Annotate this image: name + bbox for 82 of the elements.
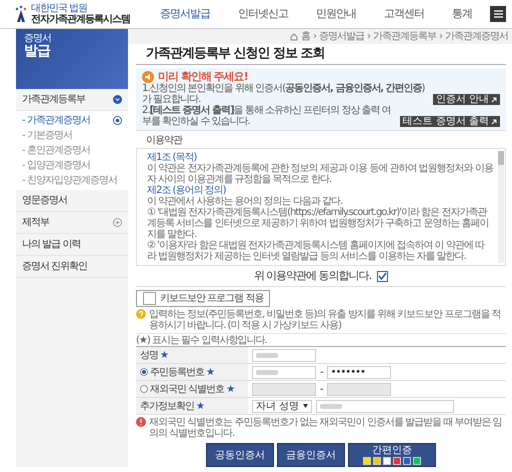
notice-button[interactable]: 인증서 안내 xyxy=(432,94,500,106)
breadcrumb-link[interactable]: 홈 xyxy=(301,31,310,42)
agree-checkbox[interactable] xyxy=(377,270,388,282)
home-icon xyxy=(290,32,298,40)
scrollbar[interactable] xyxy=(498,151,504,264)
warning-icon xyxy=(136,417,146,428)
caret-icon xyxy=(303,404,308,408)
auth-button[interactable]: 공동인증서 xyxy=(206,443,274,468)
dropdown[interactable]: 자녀 성명 xyxy=(252,400,312,413)
target-icon xyxy=(113,116,122,125)
name-field[interactable] xyxy=(252,348,316,362)
sidebar-item[interactable]: 제적부 xyxy=(16,212,128,234)
sidebar-subitem[interactable]: - 친양자입양관계증명서 xyxy=(16,173,128,188)
notice-heading: 미리 확인해 주세요! xyxy=(158,71,248,84)
id-front-field[interactable] xyxy=(252,382,316,396)
breadcrumb-separator: › xyxy=(313,31,316,42)
nav-link[interactable]: 인터넷신고 xyxy=(238,8,288,20)
field-label: 추가정보확인 xyxy=(140,400,194,412)
required-mark: ★ xyxy=(226,384,234,395)
plus-icon xyxy=(113,218,122,227)
sidebar-item[interactable]: 영문증명서 xyxy=(16,190,128,212)
id-back-field[interactable]: ••••••• xyxy=(326,366,391,379)
chevron-icon xyxy=(113,95,122,104)
auth-button[interactable]: 간편인증 xyxy=(348,443,436,468)
auth-button[interactable]: 금융인증서 xyxy=(277,443,345,468)
logo-subtitle: 대한민국 법원 xyxy=(31,3,88,14)
article-text: 이 약관은 전자가족관계등록에 관한 정보의 제공과 이용 등에 관하여 법원행정처와 이용자 사이의 이용관계를 규정함을 목적으로 한다. xyxy=(147,163,493,186)
blurred-text xyxy=(256,370,278,375)
agree-label: 위 이용약관에 동의합니다. xyxy=(254,270,372,282)
article-text: ① '대법원 전자가족관계등록시스템(https://efamily.scourt.go.kr)'이라 함은 전자가족관계등록 서비스를 인터넷으로 제공하기 위하여 법원행정처가 구축하고 운영하는 홈페이지를 말한다. xyxy=(147,207,490,240)
keyboard-notice: 입력하는 정보(주민등록번호, 비밀번호 등)의 유출 방지를 위해 키보드보안 프로그램을 적용하시기 바랍니다. (미 적용 시 가상키보드 사용) xyxy=(149,309,502,332)
field-label: 재외국민 식별번호 xyxy=(150,384,224,395)
blurred-text xyxy=(320,404,342,409)
notice-text: 2.[테스트 증명서 출력]을 통해 소유하신 프린터의 정상 출력 여부를 확인하실 수 있습니다. xyxy=(142,105,392,128)
sidebar-subitem[interactable]: - 기본증명서 xyxy=(16,128,128,143)
external-link-icon xyxy=(491,118,497,125)
court-logo-icon xyxy=(14,5,28,23)
dash-separator: - xyxy=(320,384,323,395)
sidebar-subitem[interactable]: - 가족관계증명서 xyxy=(16,113,128,128)
external-link-icon xyxy=(491,96,497,103)
breadcrumb-link[interactable]: 증명서발급 xyxy=(319,31,364,42)
id-back-field[interactable] xyxy=(326,382,391,396)
breadcrumb-separator: › xyxy=(367,31,370,42)
logo-title: 전자가족관계등록시스템 xyxy=(31,14,130,25)
masked-value: ••••••• xyxy=(330,366,365,378)
sidebar-item[interactable]: 증명서 진위확인 xyxy=(16,256,128,278)
required-note: (★) 표시는 필수 입력사항입니다. xyxy=(136,333,506,346)
sidebar-banner: 증명서 발급 xyxy=(16,29,128,89)
warning-text: 재외국민 식별번호는 주민등록번호가 없는 재외국민이 인증서를 발급받을 때 부여받은 임의의 식별번호입니다. xyxy=(149,417,503,440)
article-text: 이 약관에서 사용하는 용어의 정의는 다음과 같다. xyxy=(147,196,342,208)
required-mark: ★ xyxy=(206,366,214,378)
sidebar-subitem[interactable]: - 입양관계증명서 xyxy=(16,158,128,173)
nav-link[interactable]: 증명서발급 xyxy=(160,8,210,20)
megaphone-icon xyxy=(142,71,154,84)
nav-link[interactable]: 고객센터 xyxy=(384,8,424,20)
id-front-field[interactable] xyxy=(252,366,316,379)
breadcrumb-separator: › xyxy=(439,31,442,42)
notice-button[interactable]: 테스트 증명서 출력 xyxy=(400,116,500,128)
article-heading: 제2조 (용어의 정의) xyxy=(147,185,227,196)
answer-field[interactable] xyxy=(316,400,454,413)
notice-text: 1.신청인의 본인확인을 위해 인증서(공동인증서, 금융인증서, 간편인증)가 필요합니다. xyxy=(142,83,426,106)
required-mark: ★ xyxy=(160,350,168,361)
page-title: 가족관계등록부 신청인 정보 조회 xyxy=(136,44,506,66)
blurred-text xyxy=(256,352,278,358)
question-icon xyxy=(136,309,146,320)
sidebar-subitem[interactable]: - 혼인관계증명서 xyxy=(16,143,128,158)
radio-button[interactable] xyxy=(140,368,148,376)
radio-button[interactable] xyxy=(140,385,148,394)
article-heading: 제1조 (목적) xyxy=(147,152,198,164)
nav-link[interactable]: 통계 xyxy=(452,8,472,20)
field-label: 주민등록번호 xyxy=(150,366,204,378)
article-text: ② '이용자'라 함은 대법원 전자가족관계등록시스템 홈페이지에 접속하여 이 약관에 따라 법원행정처가 제공하는 인터넷 열람발급 등의 서비스를 이용하는 자를 말한다. xyxy=(147,240,486,262)
keyboard-security-toggle[interactable]: 키보드보안 프로그램 적용 xyxy=(136,290,270,308)
field-label: 성명 xyxy=(140,350,158,361)
dash-separator: - xyxy=(320,366,323,378)
section-title: 이용약관 xyxy=(145,134,184,148)
required-mark: ★ xyxy=(196,400,204,412)
sidebar-item[interactable]: 나의 발급 이력 xyxy=(16,234,128,256)
breadcrumb-link[interactable]: 가족관계등록부 xyxy=(373,31,436,42)
menu-icon[interactable] xyxy=(490,6,506,22)
nav-link[interactable]: 민원안내 xyxy=(316,8,356,20)
breadcrumb-link[interactable]: 가족관계증명서 xyxy=(445,31,508,42)
